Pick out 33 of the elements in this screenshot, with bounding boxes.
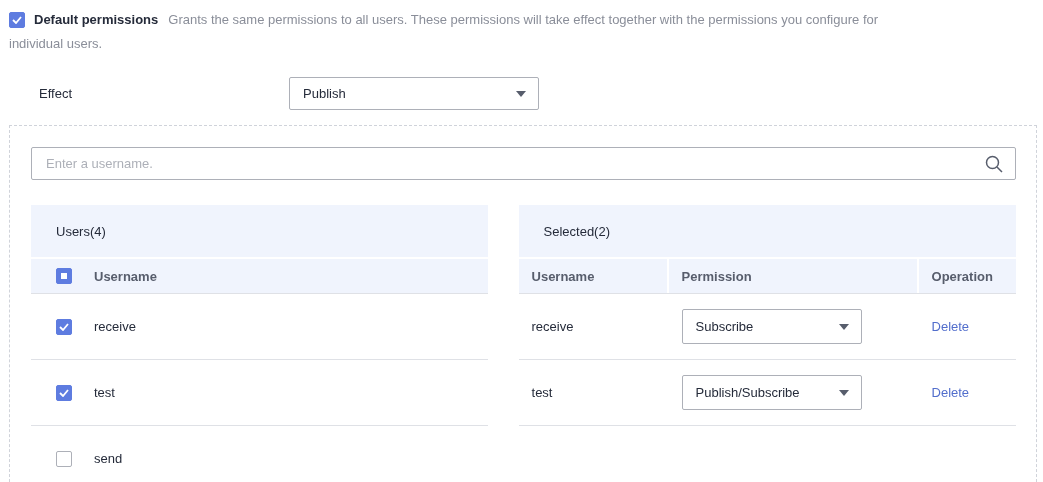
permission-select[interactable]: Publish/Subscribe [681,375,862,410]
username: test [531,385,553,400]
column-header: Operation [931,268,993,284]
checkbox[interactable] [56,384,72,401]
caret-icon [516,90,526,97]
search-field[interactable]: Enter a username. [31,147,1016,180]
delete-link[interactable]: Delete [931,319,970,334]
check-icon [59,322,69,331]
username: test [94,385,115,400]
panel-title: Selected(2) [518,205,1016,257]
check-icon [59,388,69,397]
column-header: Permission [681,268,752,284]
panel-title: Users(4) [31,205,488,257]
section-description: Grants the same permissions to all users. These permissions will take effect together with the permissions you configure for [168,11,879,29]
caret-icon [838,389,849,396]
checkbox[interactable] [56,318,72,335]
effect-select[interactable]: Publish [289,77,539,110]
permission-select[interactable]: Subscribe [681,309,862,344]
checkbox[interactable] [56,450,72,467]
username: receive [531,319,574,334]
checkbox[interactable] [9,11,25,28]
column-header: Username [94,268,157,284]
field-label: Effect [39,86,73,101]
checkbox[interactable] [56,268,72,284]
username: send [94,451,123,466]
delete-link[interactable]: Delete [931,385,970,400]
column-header: Username [531,268,595,284]
section-description: individual users. [9,36,103,51]
username: receive [94,319,136,334]
caret-icon [838,323,849,330]
check-icon [12,15,22,24]
search-icon[interactable] [985,154,1003,173]
section-label: Default permissions [34,11,159,29]
